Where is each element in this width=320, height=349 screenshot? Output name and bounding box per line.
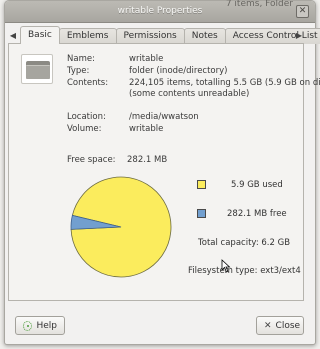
used-legend-label: 5.9 GB used <box>231 180 283 190</box>
free-space-label: Free space: <box>67 155 116 165</box>
folder-icon <box>21 54 53 84</box>
location-label: Location: <box>67 112 106 122</box>
close-button[interactable]: ✕ Close <box>256 316 304 335</box>
mouse-pointer-icon <box>221 259 231 273</box>
tab-scroll-left-icon[interactable]: ◀ <box>8 30 18 41</box>
tab-notes[interactable]: Notes <box>183 28 226 44</box>
help-button[interactable]: Help <box>15 316 65 335</box>
basic-tab-panel: Name: writable Type: folder (inode/direc… <box>8 43 320 301</box>
tab-bar: ◀ Basic Emblems Permissions Notes Access Con… <box>8 26 320 44</box>
tabs: Basic Emblems Permissions Notes Access Contr… <box>20 26 320 44</box>
used-legend-swatch <box>197 180 206 189</box>
close-icon: ✕ <box>264 320 272 331</box>
tab-basic[interactable]: Basic <box>20 26 60 44</box>
location-value: /media/wwatson <box>129 112 199 122</box>
free-space-value: 282.1 MB <box>127 155 168 165</box>
contents-value-line2: (some contents unreadable) <box>129 89 250 99</box>
type-value: folder (inode/directory) <box>129 66 228 76</box>
tab-emblems[interactable]: Emblems <box>58 28 117 44</box>
title-bar[interactable]: 7 items, Folder writable Properties ✕ <box>5 0 315 23</box>
tab-scroll-right-icon[interactable]: ▶ <box>294 30 304 41</box>
free-legend-label: 282.1 MB free <box>227 209 287 219</box>
window-title: writable Properties <box>117 6 203 16</box>
filesystem-type: Filesystem type: ext3/ext4 <box>188 266 301 276</box>
window-close-button[interactable]: ✕ <box>296 5 309 18</box>
volume-label: Volume: <box>67 124 102 134</box>
contents-label: Contents: <box>67 78 109 88</box>
type-label: Type: <box>67 66 90 76</box>
total-capacity: Total capacity: 6.2 GB <box>198 238 291 248</box>
help-button-label: Help <box>36 320 57 331</box>
free-legend-swatch <box>197 209 206 218</box>
volume-value: writable <box>129 124 164 134</box>
tab-access-control-list[interactable]: Access Control List <box>224 28 320 44</box>
close-button-label: Close <box>275 320 301 331</box>
contents-value-line1: 224,105 items, totalling 5.5 GB (5.9 GB … <box>129 78 320 88</box>
name-label: Name: <box>67 54 95 64</box>
usage-pie-chart <box>70 176 172 278</box>
tab-permissions[interactable]: Permissions <box>115 28 185 44</box>
name-value[interactable]: writable <box>129 54 320 65</box>
help-icon <box>23 320 33 331</box>
